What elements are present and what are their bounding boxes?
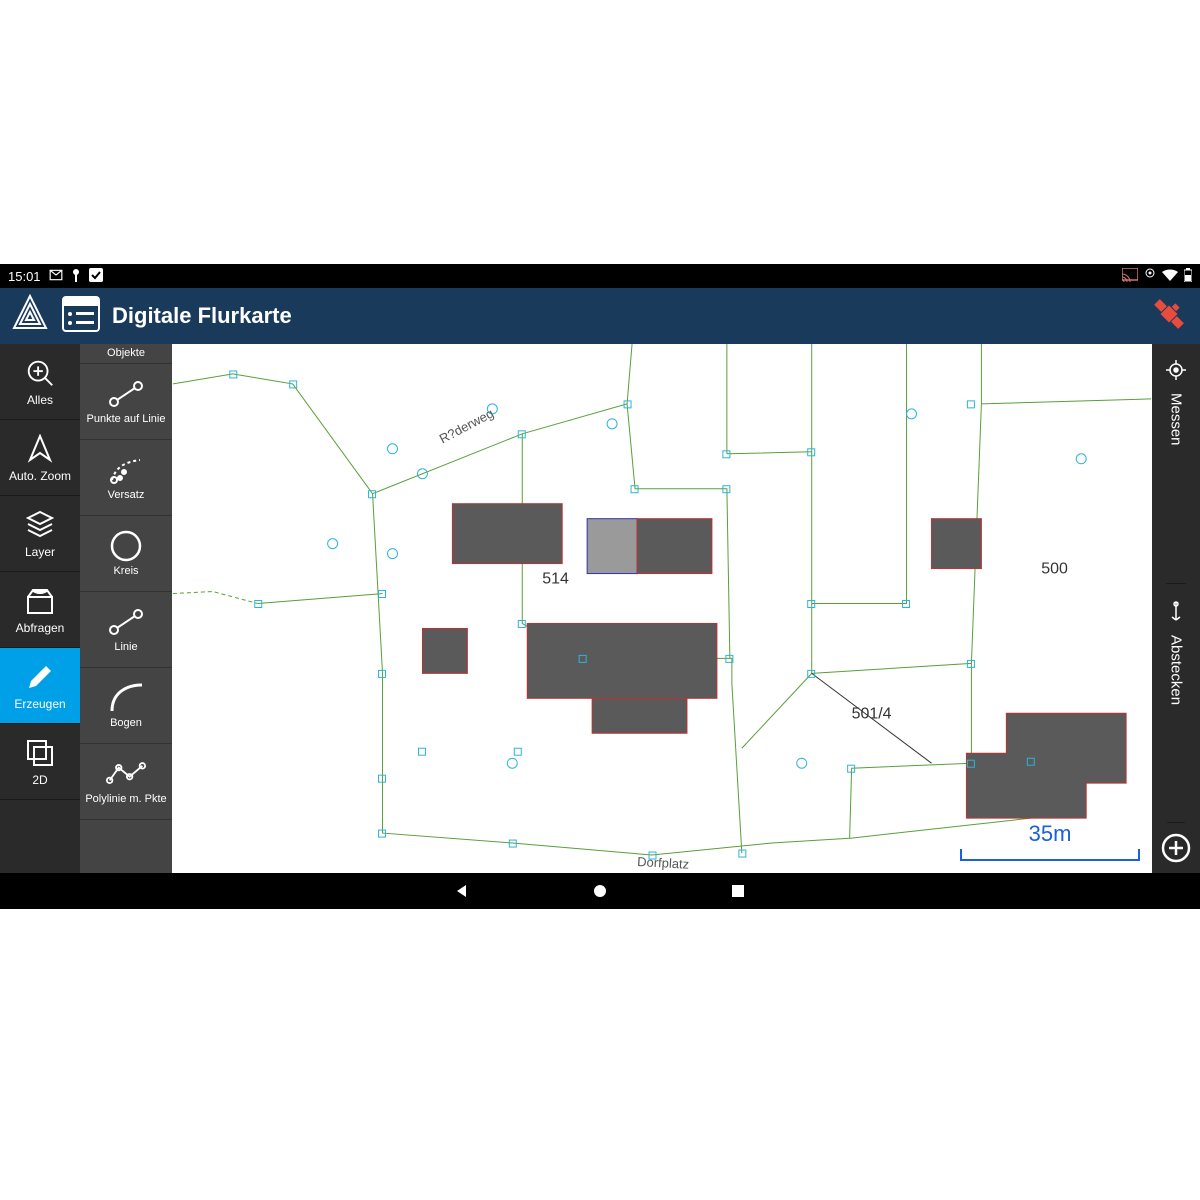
status-time: 15:01 [8, 269, 41, 284]
zoom-all-icon [24, 357, 56, 389]
add-button[interactable] [1160, 823, 1192, 873]
query-icon [24, 585, 56, 617]
street-label-dorfplatz: Dorfplatz [637, 854, 690, 872]
parcel-label-501-4: 501/4 [852, 705, 892, 722]
tool-erzeugen[interactable]: Erzeugen [0, 648, 80, 724]
nav-arrow-icon [24, 433, 56, 465]
tool-2d[interactable]: 2D [0, 724, 80, 800]
cadastral-map: 514 500 501/4 R?derweg Dorfplatz [172, 344, 1152, 873]
pencil-icon [24, 661, 56, 693]
status-bar: 15:01 [0, 264, 1200, 288]
tab-messen[interactable]: Messen [1166, 344, 1186, 584]
nav-back-icon[interactable] [453, 882, 471, 900]
sub-punkte[interactable]: Punkte auf Linie [80, 364, 172, 440]
tab-abstecken[interactable]: Abstecken [1167, 584, 1185, 824]
right-toolbar: Messen Abstecken [1152, 344, 1200, 873]
view-2d-icon [24, 737, 56, 769]
sub-linie[interactable]: Linie [80, 592, 172, 668]
sub-versatz[interactable]: Versatz [80, 440, 172, 516]
nav-recent-icon[interactable] [729, 882, 747, 900]
layers-icon [24, 509, 56, 541]
scale-bar: 35m [960, 821, 1140, 861]
wifi-icon [1162, 269, 1178, 284]
location-icon [1144, 268, 1156, 285]
app-window: { "statusbar": {"time": "15:01"}, "heade… [0, 264, 1200, 909]
stakeout-icon [1167, 600, 1185, 627]
offset-icon [106, 453, 146, 487]
sub-kreis[interactable]: Kreis [80, 516, 172, 592]
menu-list-icon[interactable] [62, 296, 100, 337]
tool-autozoom[interactable]: Auto. Zoom [0, 420, 80, 496]
street-label-roederweg: R?derweg [437, 405, 496, 446]
target-icon [1166, 360, 1186, 385]
app-header: Digitale Flurkarte [0, 288, 1200, 344]
sub-bogen[interactable]: Bogen [80, 668, 172, 744]
mail-icon [49, 268, 63, 285]
circle-icon [106, 529, 146, 563]
line-icon [106, 605, 146, 639]
android-navbar [0, 873, 1200, 909]
polyline-icon [106, 757, 146, 791]
sub-objekte[interactable]: Objekte [80, 344, 172, 364]
cast-icon [1122, 268, 1138, 285]
sub-toolbar: Objekte Punkte auf Linie Versatz Kreis L… [80, 344, 172, 873]
parcel-label-514: 514 [542, 571, 569, 588]
nav-home-icon[interactable] [591, 882, 609, 900]
tool-alles[interactable]: Alles [0, 344, 80, 420]
points-on-line-icon [106, 377, 146, 411]
sub-polylinie[interactable]: Polylinie m. Pkte [80, 744, 172, 820]
page-title: Digitale Flurkarte [112, 303, 292, 329]
battery-icon [1184, 268, 1192, 285]
key-icon [71, 268, 81, 285]
check-icon [89, 268, 103, 285]
map-canvas[interactable]: 514 500 501/4 R?derweg Dorfplatz 35m [172, 344, 1152, 873]
arc-icon [106, 681, 146, 715]
parcel-label-500: 500 [1041, 561, 1068, 578]
satellite-icon[interactable] [1148, 293, 1190, 340]
tool-abfragen[interactable]: Abfragen [0, 572, 80, 648]
scale-value: 35m [1029, 821, 1072, 847]
app-logo-icon[interactable] [10, 294, 50, 339]
tool-layer[interactable]: Layer [0, 496, 80, 572]
left-toolbar: Alles Auto. Zoom Layer Abfragen Erzeugen… [0, 344, 80, 873]
